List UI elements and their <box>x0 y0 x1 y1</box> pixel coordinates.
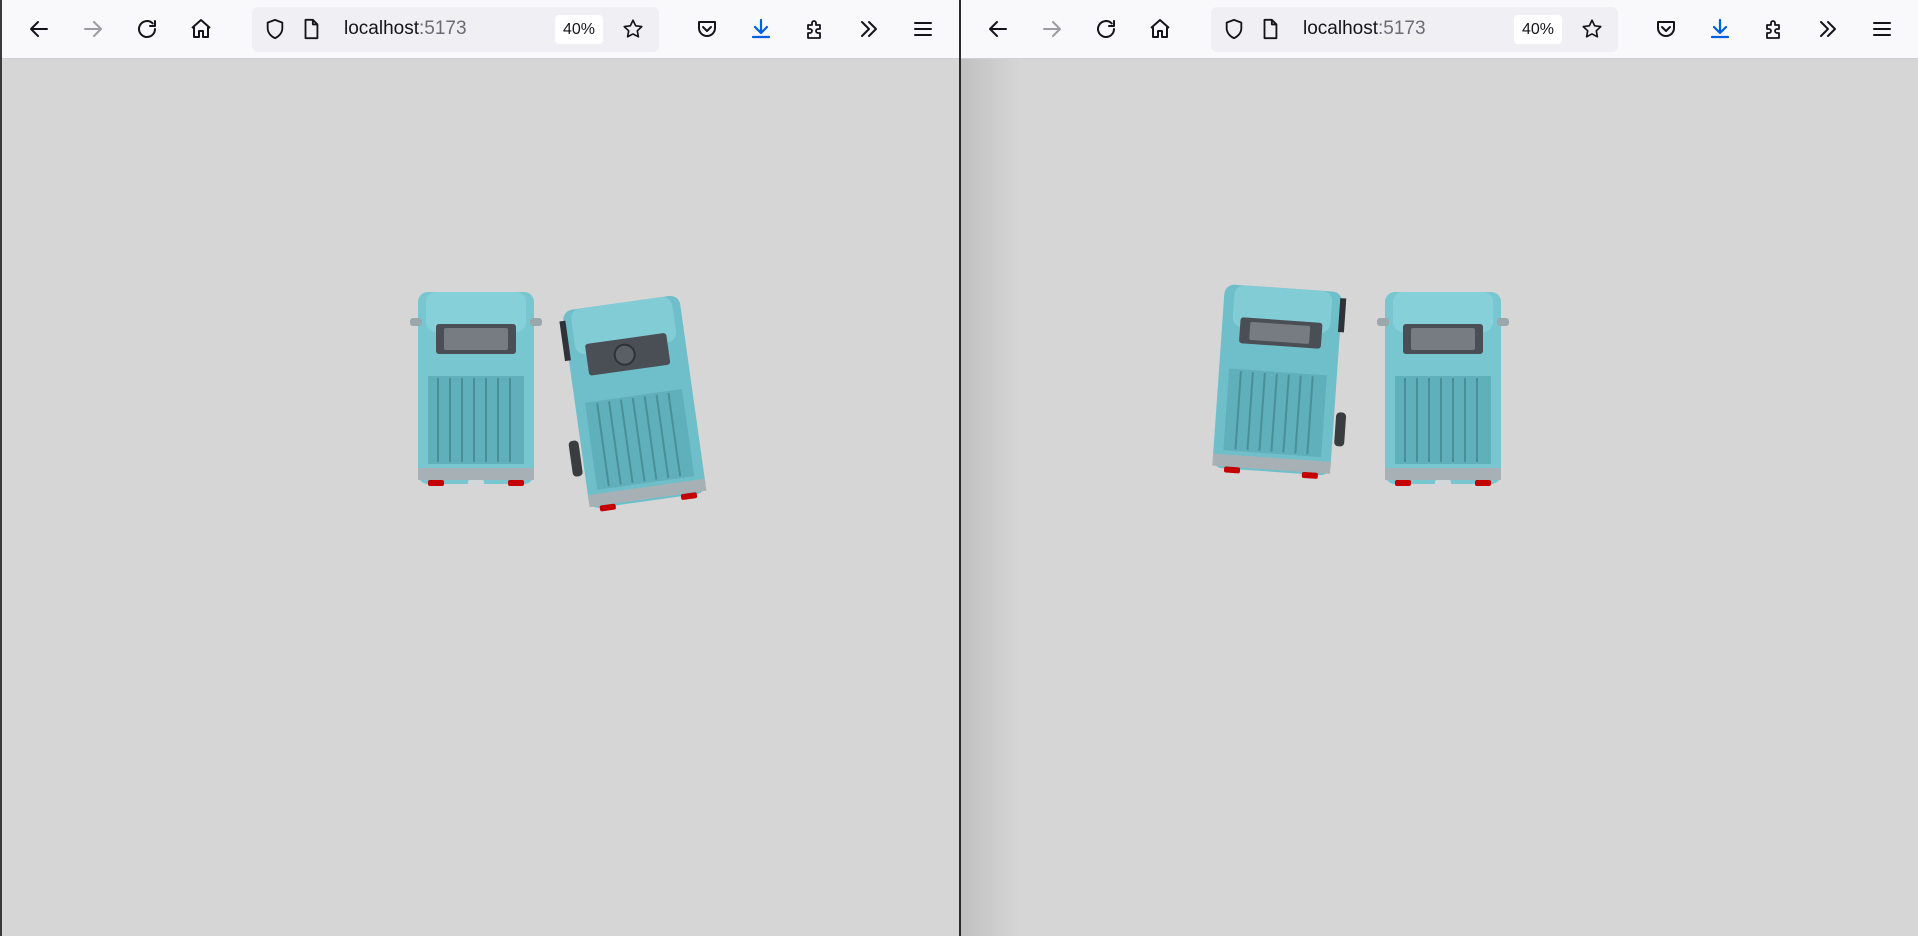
hamburger-menu-icon[interactable] <box>1865 12 1899 46</box>
overflow-chevrons-icon[interactable] <box>852 12 886 46</box>
screen: localhost:5173 40% localhost:5173 40% <box>0 0 1918 936</box>
url-bar[interactable]: localhost:5173 40% <box>1211 7 1618 52</box>
back-arrow-icon[interactable] <box>22 12 56 46</box>
truck-model-rotated <box>559 295 707 512</box>
url-port: :5173 <box>1378 18 1426 39</box>
browser-toolbar: localhost:5173 40% <box>961 0 1918 59</box>
tracking-protection-shield-icon[interactable] <box>264 18 286 40</box>
browser-window-left: localhost:5173 40% <box>0 0 959 936</box>
browser-toolbar: localhost:5173 40% <box>2 0 959 59</box>
hamburger-menu-icon[interactable] <box>906 12 940 46</box>
forward-arrow-icon[interactable] <box>76 12 110 46</box>
truck-body <box>410 292 542 486</box>
extensions-puzzle-icon[interactable] <box>1757 12 1791 46</box>
browser-window-right: localhost:5173 40% <box>961 0 1918 936</box>
back-arrow-icon[interactable] <box>981 12 1015 46</box>
truck-model-rotated <box>1212 284 1347 479</box>
truck-model-straight <box>1377 292 1509 486</box>
bookmark-star-icon[interactable] <box>622 18 644 40</box>
truck-body <box>1377 292 1509 486</box>
pocket-icon[interactable] <box>690 12 724 46</box>
home-icon[interactable] <box>184 12 218 46</box>
download-icon[interactable] <box>1703 12 1737 46</box>
url-text[interactable]: localhost:5173 <box>1303 18 1426 40</box>
reload-icon[interactable] <box>1089 12 1123 46</box>
truck-model-straight <box>410 292 542 486</box>
url-host: localhost <box>1303 18 1378 39</box>
download-icon[interactable] <box>744 12 778 46</box>
page-info-icon[interactable] <box>1259 18 1281 40</box>
url-host: localhost <box>344 18 419 39</box>
url-text[interactable]: localhost:5173 <box>344 18 467 40</box>
truck-body <box>559 295 707 512</box>
overflow-chevrons-icon[interactable] <box>1811 12 1845 46</box>
zoom-level-badge[interactable]: 40% <box>1514 15 1563 44</box>
reload-icon[interactable] <box>130 12 164 46</box>
pocket-icon[interactable] <box>1649 12 1683 46</box>
url-bar[interactable]: localhost:5173 40% <box>252 7 659 52</box>
truck-body <box>1212 284 1347 479</box>
3d-scene-canvas[interactable] <box>2 59 959 936</box>
url-port: :5173 <box>419 18 467 39</box>
page-info-icon[interactable] <box>300 18 322 40</box>
forward-arrow-icon[interactable] <box>1035 12 1069 46</box>
home-icon[interactable] <box>1143 12 1177 46</box>
3d-scene-canvas[interactable] <box>961 59 1918 936</box>
extensions-puzzle-icon[interactable] <box>798 12 832 46</box>
bookmark-star-icon[interactable] <box>1581 18 1603 40</box>
page-viewport[interactable] <box>961 59 1918 936</box>
zoom-level-badge[interactable]: 40% <box>555 15 604 44</box>
page-viewport[interactable] <box>2 59 959 936</box>
tracking-protection-shield-icon[interactable] <box>1223 18 1245 40</box>
